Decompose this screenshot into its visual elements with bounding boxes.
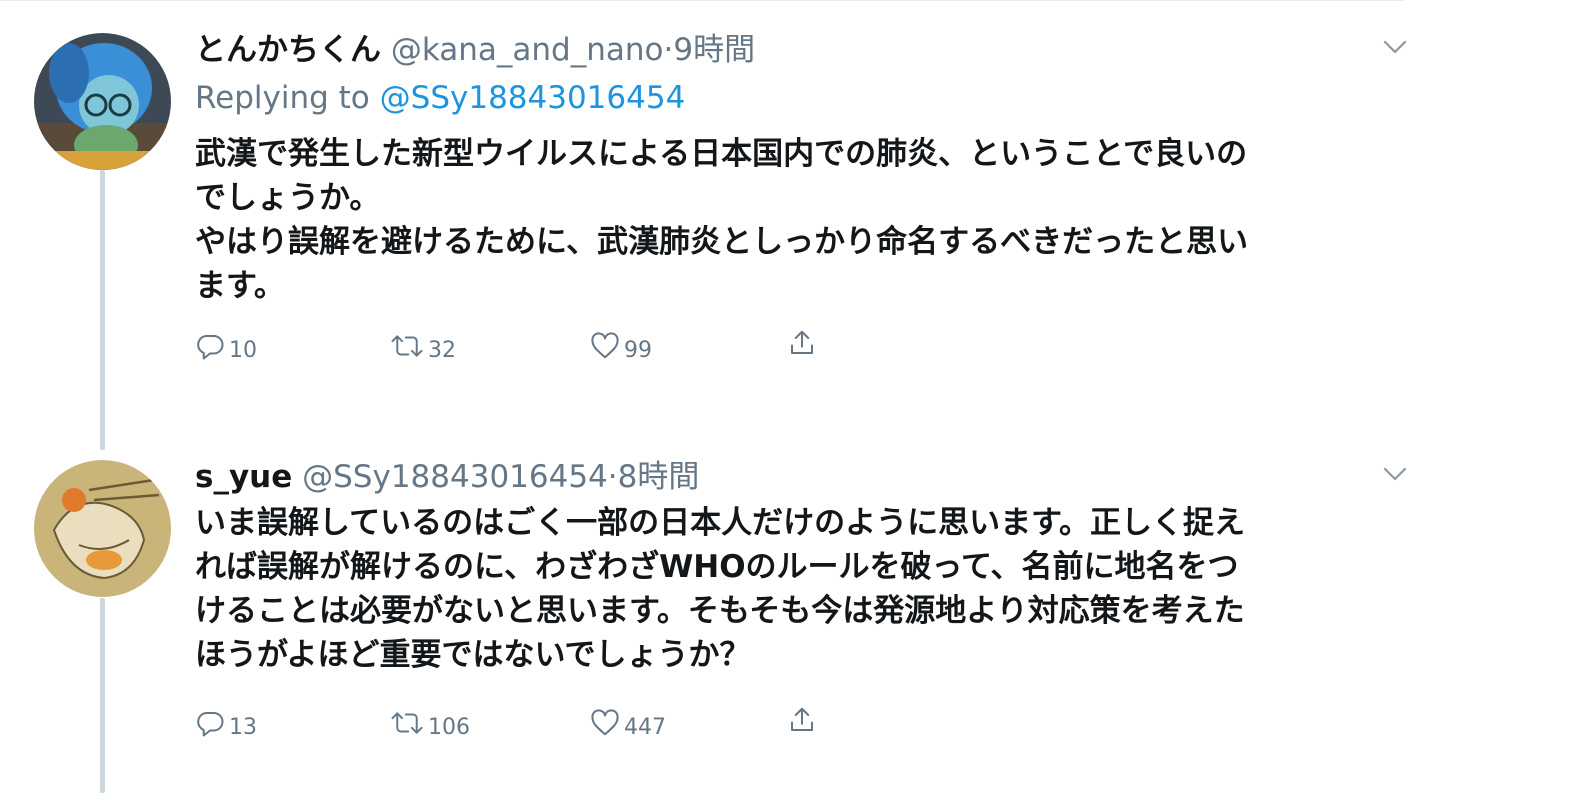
- tweet-actions: 13 106 447: [195, 705, 1420, 745]
- replying-label: Replying to: [195, 80, 370, 116]
- tweet-text-line: ほうがよほど重要ではないでしょうか？: [195, 637, 751, 673]
- reply-button[interactable]: 13: [195, 705, 257, 740]
- like-count: 99: [624, 338, 652, 363]
- tweet-text-line: やはり誤解を避けるために、武漢肺炎としっかり命名するべきだったと思い: [195, 224, 1249, 260]
- tweet-text-line: 武漢で発生した新型ウイルスによる日本国内での肺炎、ということで良いの: [195, 136, 1248, 172]
- reply-count: 10: [229, 338, 257, 363]
- tweet-header: とんかちくん @kana_and_nano·9時間: [195, 28, 1420, 72]
- replying-to: Replying to @SSy18843016454: [195, 72, 1420, 124]
- top-divider: [0, 0, 1405, 1]
- share-icon: [791, 707, 813, 731]
- like-button[interactable]: 447: [590, 705, 666, 740]
- chevron-down-icon[interactable]: [1380, 32, 1410, 62]
- avatar[interactable]: [34, 460, 171, 597]
- separator-dot: ·: [607, 459, 618, 495]
- timestamp[interactable]: 8時間: [618, 459, 700, 495]
- tweet-text-line: けることは必要がないと思います。そもそも今は発源地より対応策を考えた: [195, 593, 1245, 629]
- retweet-button[interactable]: 106: [390, 705, 470, 740]
- retweet-count: 106: [428, 715, 470, 740]
- tweet[interactable]: とんかちくん @kana_and_nano·9時間 Replying to @S…: [0, 28, 1420, 428]
- reply-icon: [197, 711, 224, 736]
- avatar-blue-character-icon: [34, 33, 171, 170]
- retweet-count: 32: [428, 338, 456, 363]
- tweet-text-line: いま誤解しているのはごく一部の日本人だけのように思います。正しく捉え: [195, 505, 1245, 541]
- tweet[interactable]: s_yue @SSy18843016454·8時間 いま誤解しているのはごく一部…: [0, 455, 1420, 793]
- display-name[interactable]: s_yue: [195, 459, 292, 495]
- tweet-actions: 10 32 99: [195, 328, 1420, 368]
- tweet-header: s_yue @SSy18843016454·8時間: [195, 455, 1420, 499]
- share-icon: [791, 330, 813, 354]
- replying-mention-link[interactable]: @SSy18843016454: [380, 80, 686, 116]
- avatar-drawing-icon: [34, 460, 171, 597]
- timestamp[interactable]: 9時間: [673, 32, 755, 68]
- user-handle[interactable]: @kana_and_nano: [391, 32, 664, 68]
- separator-dot: ·: [663, 32, 674, 68]
- reply-count: 13: [229, 715, 257, 740]
- tweet-text-line: でしょうか。: [195, 180, 381, 216]
- display-name[interactable]: とんかちくん: [195, 32, 381, 68]
- reply-button[interactable]: 10: [195, 328, 257, 363]
- like-button[interactable]: 99: [590, 328, 652, 363]
- tweet-text-line: ます。: [195, 268, 285, 304]
- share-button[interactable]: [787, 705, 817, 735]
- like-icon: [591, 331, 619, 358]
- retweet-icon: [391, 711, 423, 734]
- like-icon: [591, 708, 619, 735]
- share-button[interactable]: [787, 328, 817, 358]
- reply-icon: [197, 334, 224, 359]
- tweet-text-line: れば誤解が解けるのに、わざわざWHOのルールを破って、名前に地名をつ: [195, 549, 1239, 585]
- retweet-button[interactable]: 32: [390, 328, 456, 363]
- tweet-text: いま誤解しているのはごく一部の日本人だけのように思います。正しく捉え れば誤解が解…: [195, 501, 1420, 677]
- retweet-icon: [391, 334, 423, 357]
- chevron-down-icon[interactable]: [1380, 459, 1410, 489]
- avatar[interactable]: [34, 33, 171, 170]
- tweet-text: 武漢で発生した新型ウイルスによる日本国内での肺炎、ということで良いの でしょうか。…: [195, 132, 1420, 308]
- like-count: 447: [624, 715, 666, 740]
- user-handle[interactable]: @SSy18843016454: [302, 459, 608, 495]
